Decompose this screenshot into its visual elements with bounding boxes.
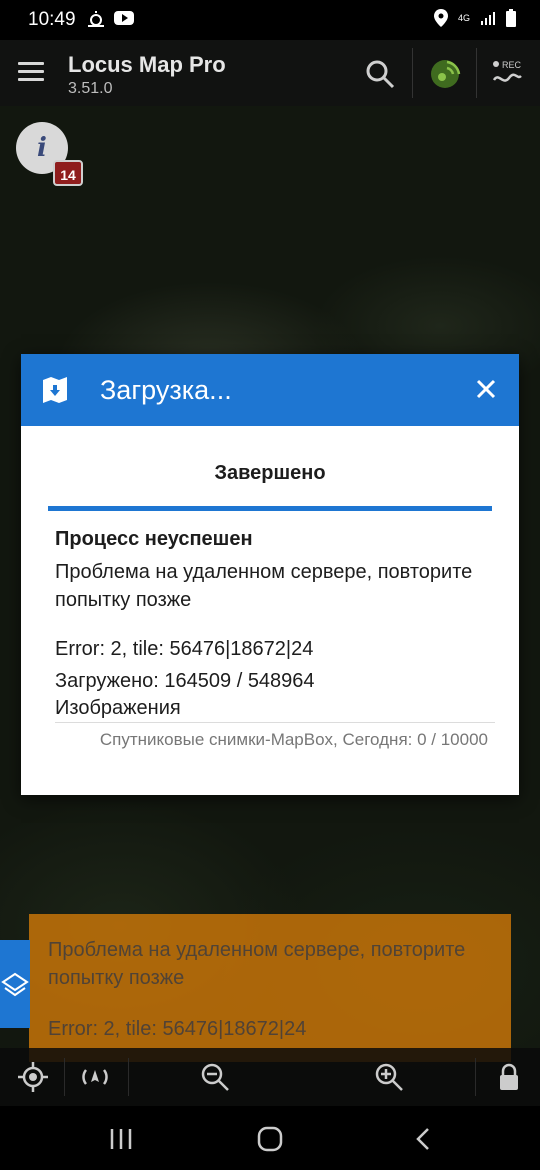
source-quota: Спутниковые снимки-MapBox, Сегодня: 0 / … — [99, 730, 488, 749]
rec-label: REC — [502, 60, 522, 70]
info-badge: 14 — [53, 160, 83, 186]
zoom-out-icon[interactable] — [198, 1060, 232, 1094]
toast-error: Error: 2, tile: 56476|18672|24 — [48, 1018, 307, 1040]
close-icon[interactable] — [473, 376, 499, 402]
download-dialog: Загрузка... Завершено Процесс неуспешен … — [21, 354, 519, 795]
layers-icon — [1, 972, 29, 997]
rec-icon[interactable]: REC — [490, 56, 526, 92]
progress-bar — [48, 506, 492, 511]
zoom-in-icon[interactable] — [372, 1060, 406, 1094]
gps-icon[interactable] — [425, 54, 465, 94]
app-bar: Locus Map Pro 3.51.0 REC — [0, 40, 540, 106]
map-download-icon — [43, 377, 67, 403]
app-version: 3.51.0 — [68, 80, 113, 97]
failure-heading: Процесс неуспешен — [55, 528, 253, 550]
loaded-count: Загружено: 164509 / 548964 — [55, 670, 315, 692]
divider — [55, 722, 495, 723]
toast-message: Проблема на удаленном сервере, повторите… — [48, 939, 466, 989]
images-label: Изображения — [55, 697, 181, 719]
home-icon[interactable] — [253, 1124, 287, 1154]
app-title: Locus Map Pro — [68, 52, 226, 77]
search-icon[interactable] — [362, 56, 398, 92]
system-nav-bar — [0, 1106, 540, 1170]
error-line: Error: 2, tile: 56476|18672|24 — [55, 638, 314, 660]
download-status: Завершено — [214, 462, 326, 484]
menu-icon[interactable] — [18, 62, 44, 82]
lock-icon[interactable] — [492, 1060, 526, 1094]
signal-icon — [481, 12, 495, 25]
status-time: 10:49 — [28, 9, 76, 30]
rotate-icon[interactable] — [78, 1060, 112, 1094]
dialog-header: Загрузка... — [21, 354, 519, 426]
battery-icon — [506, 9, 516, 27]
dialog-title: Загрузка... — [100, 375, 232, 405]
layers-button[interactable] — [0, 940, 30, 1028]
network-type: 4G — [457, 12, 470, 23]
info-icon: i — [37, 133, 47, 163]
status-bar: 10:49 4G — [0, 0, 540, 40]
weather-icon — [88, 11, 104, 27]
failure-message: Проблема на удаленном сервере, повторите… — [55, 561, 473, 611]
error-toast: Проблема на удаленном сервере, повторите… — [29, 914, 511, 1062]
youtube-icon — [114, 11, 134, 25]
location-icon — [433, 9, 448, 27]
back-icon[interactable] — [406, 1124, 440, 1154]
bottom-toolbar — [0, 1048, 540, 1106]
recent-apps-icon[interactable] — [104, 1124, 138, 1154]
my-location-icon[interactable] — [16, 1060, 50, 1094]
